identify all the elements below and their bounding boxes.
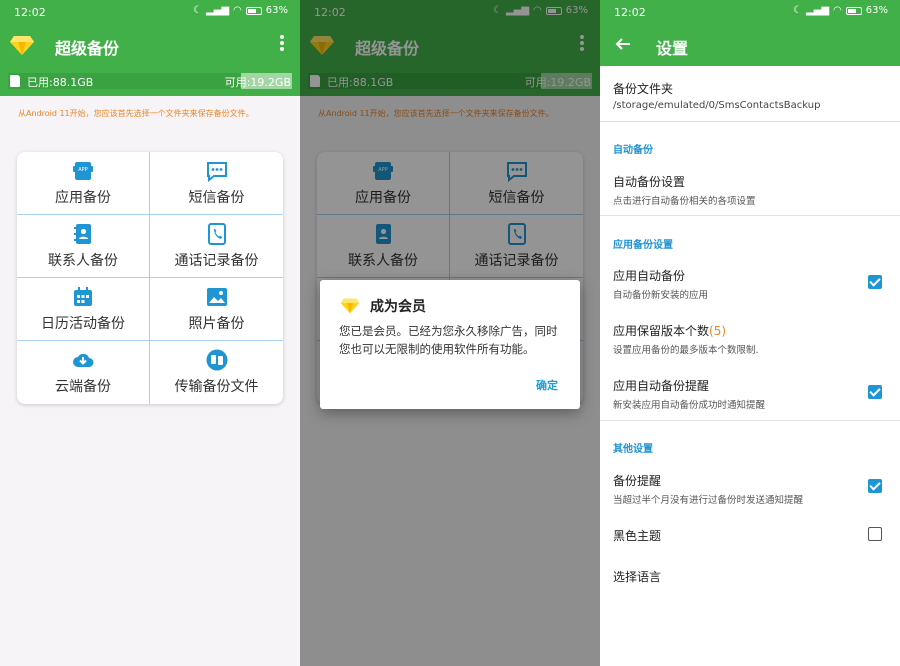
dialog-ok-button[interactable]: 确定	[536, 377, 558, 393]
home-screen: 12:02 ☾ ▂▄▆ ◠ 63% 超级备份 已用:88.1GB 可用:19.2…	[0, 0, 300, 666]
home-screen-with-dialog: 12:02 ☾ ▂▄▆ ◠ 63% 超级备份 已用:88.1GB 可用:19.2…	[300, 0, 600, 666]
diamond-icon	[340, 298, 360, 314]
checkbox-app-auto-backup-notify[interactable]	[868, 385, 882, 399]
category-other: 其他设置	[613, 444, 653, 455]
tile-app-backup[interactable]: APP 应用备份	[17, 152, 150, 215]
moon-icon: ☾	[792, 5, 802, 16]
status-time: 12:02	[14, 6, 46, 19]
tile-contacts-backup[interactable]: 联系人备份	[17, 215, 150, 278]
battery-level: 63%	[865, 5, 888, 16]
photo-icon	[206, 287, 227, 306]
calendar-icon	[74, 286, 92, 306]
status-time: 12:02	[614, 6, 646, 19]
tile-cloud-backup[interactable]: 云端备份	[17, 341, 150, 404]
checkbox-backup-reminder[interactable]	[868, 479, 882, 493]
cloud-icon	[73, 353, 94, 367]
tile-call-log-backup[interactable]: 通话记录备份	[150, 215, 283, 278]
storage-used-label: 已用:88.1GB	[27, 76, 94, 89]
dialog-message: 您已是会员。已经为您永久移除广告，同时您也可以无限制的使用软件所有功能。	[339, 324, 558, 356]
wifi-icon: ◠	[233, 5, 242, 16]
settings-screen: 12:02 ☾ ▂▄▆ ◠ 63% 设置 备份文件夹 /storage/emul…	[600, 0, 900, 666]
checkbox-app-auto-backup[interactable]	[868, 275, 882, 289]
call-log-icon	[207, 222, 226, 245]
app-title: 超级备份	[55, 39, 120, 58]
tile-photo-backup[interactable]: 照片备份	[150, 278, 283, 341]
pref-language[interactable]: 选择语言	[613, 568, 661, 585]
sms-icon	[206, 161, 227, 182]
pref-app-auto-backup-notify[interactable]: 应用自动备份提醒 新安装应用自动备份成功时通知提醒	[613, 377, 765, 411]
back-arrow-icon[interactable]	[615, 36, 631, 52]
sd-card-icon	[10, 75, 20, 87]
status-bar: 12:02 ☾ ▂▄▆ ◠ 63%	[600, 0, 900, 24]
battery-icon	[845, 6, 862, 15]
signal-icon: ▂▄▆	[805, 5, 830, 16]
svg-text:APP: APP	[78, 167, 87, 173]
pref-app-keep-versions[interactable]: 应用保留版本个数(5) 设置应用备份的最多版本个数限制.	[613, 322, 759, 356]
folder-notice[interactable]: 从Android 11开始，您应该首先选择一个文件夹来保存备份文件。	[18, 108, 254, 119]
battery-level: 63%	[265, 5, 288, 16]
moon-icon: ☾	[192, 5, 202, 16]
storage-indicator: 已用:88.1GB 可用:19.2GB	[0, 66, 300, 96]
wifi-icon: ◠	[833, 5, 842, 16]
pref-dark-theme[interactable]: 黑色主题	[613, 527, 661, 544]
tile-transfer-backup[interactable]: 传输备份文件	[150, 341, 283, 404]
pref-app-auto-backup[interactable]: 应用自动备份 自动备份新安装的应用	[613, 267, 708, 301]
more-options-icon[interactable]	[276, 33, 288, 55]
pref-auto-backup-settings[interactable]: 自动备份设置 点击进行自动备份相关的各项设置	[613, 173, 756, 207]
signal-icon: ▂▄▆	[205, 5, 230, 16]
pref-backup-reminder[interactable]: 备份提醒 当超过半个月没有进行过备份时发送通知提醒	[613, 472, 803, 506]
settings-app-bar: 设置	[600, 24, 900, 66]
membership-dialog: 成为会员 您已是会员。已经为您永久移除广告，同时您也可以无限制的使用软件所有功能…	[320, 280, 580, 409]
diamond-logo-icon	[10, 36, 34, 55]
checkbox-dark-theme[interactable]	[868, 527, 882, 541]
dialog-title: 成为会员	[370, 299, 426, 315]
tile-calendar-backup[interactable]: 日历活动备份	[17, 278, 150, 341]
battery-icon	[245, 6, 262, 15]
pref-backup-folder[interactable]: 备份文件夹 /storage/emulated/0/SmsContactsBac…	[613, 80, 820, 111]
status-bar: 12:02 ☾ ▂▄▆ ◠ 63%	[0, 0, 300, 24]
tile-sms-backup[interactable]: 短信备份	[150, 152, 283, 215]
settings-title: 设置	[656, 39, 689, 58]
backup-grid: APP 应用备份 短信备份 联系人备份 通话记录备份 日历活动备份 照片备份 云…	[17, 152, 283, 404]
contacts-icon	[74, 223, 91, 244]
transfer-icon	[206, 349, 227, 371]
app-icon: APP	[73, 161, 93, 180]
storage-free-label: 可用:19.2GB	[224, 76, 291, 89]
app-bar: 超级备份	[0, 24, 300, 66]
category-auto-backup: 自动备份	[613, 145, 653, 156]
category-app-backup: 应用备份设置	[613, 240, 673, 251]
